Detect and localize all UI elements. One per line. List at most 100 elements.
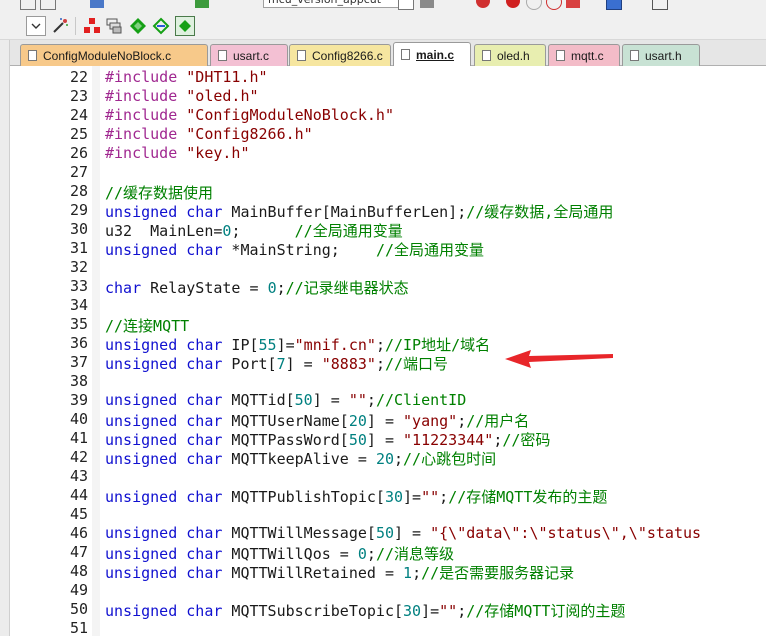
code-token: MainBuffer[MainBufferLen]; bbox=[222, 203, 467, 221]
code-line[interactable]: char RelayState = 0;//记录继电器状态 bbox=[105, 277, 409, 297]
code-token: "" bbox=[439, 602, 458, 620]
code-line[interactable]: u32 MainLen=0; //全局通用变量 bbox=[105, 220, 403, 240]
code-editor[interactable]: 22 23 24 25 26 27 28 29 30 31 32 33 34 35 36 37 38 39 40 41… bbox=[10, 66, 766, 636]
code-line[interactable]: #include "Config8266.h" bbox=[105, 125, 313, 144]
rte-button[interactable] bbox=[175, 16, 195, 36]
code-token: unsigned char bbox=[105, 336, 223, 354]
diamond-outline-icon bbox=[152, 17, 170, 35]
chevron-down-icon bbox=[31, 23, 41, 29]
line-number: 27 bbox=[69, 163, 88, 181]
magic-wand-button[interactable] bbox=[50, 16, 70, 36]
line-number: 39 bbox=[69, 391, 88, 409]
project-pane-edge[interactable] bbox=[0, 40, 10, 636]
code-token: ] = bbox=[312, 391, 349, 409]
tab-mqtt-c[interactable]: mqtt.c bbox=[548, 44, 620, 66]
clear-breakpoints-icon[interactable] bbox=[566, 0, 580, 8]
code-line[interactable]: unsigned char MQTTPublishTopic[30]="";//… bbox=[105, 486, 608, 506]
tab-config8266-c[interactable]: Config8266.c bbox=[289, 44, 391, 66]
window-layout-icon[interactable] bbox=[606, 0, 622, 10]
separator bbox=[75, 17, 76, 35]
line-number: 48 bbox=[69, 562, 88, 580]
code-token: //端口号 bbox=[384, 355, 449, 373]
debug-icon[interactable] bbox=[476, 0, 490, 8]
tab-strip: ConfigModuleNoBlock.c usart.c Config8266… bbox=[10, 40, 766, 66]
line-number: 24 bbox=[69, 106, 88, 124]
breakpoint-disabled-icon[interactable] bbox=[526, 0, 542, 10]
select-packs-button[interactable] bbox=[151, 16, 171, 36]
code-line[interactable]: unsigned char MQTTid[50] = "";//ClientID bbox=[105, 391, 466, 410]
redo-icon[interactable] bbox=[40, 0, 56, 10]
code-token: "yang" bbox=[403, 412, 458, 430]
code-token: //全局通用变量 bbox=[375, 241, 484, 259]
code-token: "ConfigModuleNoBlock.h" bbox=[186, 106, 394, 124]
options-icon[interactable] bbox=[420, 0, 434, 8]
code-line[interactable]: #include "DHT11.h" bbox=[105, 68, 268, 87]
dropdown-button[interactable] bbox=[26, 16, 46, 36]
code-token: ] = bbox=[285, 355, 322, 373]
code-line[interactable]: unsigned char Port[7] = "8883";//端口号 bbox=[105, 353, 449, 373]
diamond-box-icon bbox=[179, 20, 191, 32]
code-line[interactable]: unsigned char MQTTPassWord[50] = "112233… bbox=[105, 429, 550, 449]
line-number: 33 bbox=[69, 277, 88, 295]
annotation-arrow bbox=[505, 350, 613, 368]
kill-breakpoints-icon[interactable] bbox=[546, 0, 562, 10]
code-token: 50 bbox=[375, 524, 394, 542]
toolbar-top: mcu_version_appcut bbox=[0, 0, 766, 12]
code-token: ; bbox=[366, 545, 376, 563]
code-token: MQTTSubscribeTopic[ bbox=[222, 602, 404, 620]
tab-usart-h[interactable]: usart.h bbox=[622, 44, 700, 66]
code-line[interactable]: unsigned char IP[55]="mnif.cn";//IP地址/域名 bbox=[105, 334, 490, 354]
line-number: 46 bbox=[69, 524, 88, 542]
code-token: "oled.h" bbox=[186, 87, 259, 105]
code-line[interactable]: #include "oled.h" bbox=[105, 87, 259, 106]
tab-configmodulenoblock-c[interactable]: ConfigModuleNoBlock.c bbox=[20, 44, 208, 66]
code-line[interactable]: unsigned char MQTTWillQos = 0;//消息等级 bbox=[105, 543, 454, 563]
code-token: //全局通用变量 bbox=[294, 222, 403, 240]
code-line[interactable]: unsigned char MQTTUserName[20] = "yang";… bbox=[105, 410, 530, 430]
code-token: MQTTPassWord[ bbox=[222, 431, 349, 449]
code-token: 55 bbox=[258, 336, 277, 354]
code-token: //存储MQTT发布的主题 bbox=[448, 488, 608, 506]
tab-main-c[interactable]: main.c bbox=[393, 42, 471, 66]
tab-oled-h[interactable]: oled.h bbox=[474, 44, 546, 66]
code-token: //用户名 bbox=[466, 412, 530, 430]
tab-usart-c[interactable]: usart.c bbox=[210, 44, 288, 66]
code-token: ] = bbox=[366, 412, 404, 430]
manage-components-button[interactable] bbox=[82, 16, 102, 36]
tools-icon[interactable] bbox=[652, 0, 668, 10]
code-line[interactable]: unsigned char MQTTSubscribeTopic[30]="";… bbox=[105, 600, 625, 620]
code-line[interactable]: unsigned char MQTTkeepAlive = 20;//心跳包时间 bbox=[105, 448, 496, 468]
code-line[interactable]: unsigned char MQTTWillMessage[50] = "{\"… bbox=[105, 524, 701, 543]
code-line[interactable]: unsigned char MQTTWillRetained = 1;//是否需… bbox=[105, 562, 574, 582]
fold-margin[interactable] bbox=[92, 66, 100, 636]
line-number: 25 bbox=[69, 125, 88, 143]
code-line[interactable]: //连接MQTT bbox=[105, 315, 189, 335]
pack-installer-button[interactable] bbox=[128, 16, 148, 36]
line-number: 49 bbox=[69, 581, 88, 599]
code-line[interactable]: unsigned char *MainString; //全局通用变量 bbox=[105, 239, 484, 259]
line-number: 34 bbox=[69, 296, 88, 314]
code-token: ]= bbox=[421, 602, 440, 620]
code-token: unsigned char bbox=[105, 412, 223, 430]
line-number: 50 bbox=[69, 600, 88, 618]
undo-icon[interactable] bbox=[20, 0, 36, 10]
code-line[interactable]: #include "ConfigModuleNoBlock.h" bbox=[105, 106, 394, 125]
code-line[interactable]: //缓存数据使用 bbox=[105, 182, 213, 202]
chevron-down-icon[interactable] bbox=[398, 0, 414, 10]
code-token: unsigned char bbox=[105, 431, 223, 449]
code-token: ; bbox=[231, 222, 295, 240]
target-select[interactable]: mcu_version_appcut bbox=[263, 0, 413, 8]
line-number: 30 bbox=[69, 220, 88, 238]
code-token: 30 bbox=[384, 488, 404, 506]
code-line[interactable]: #include "key.h" bbox=[105, 144, 250, 163]
code-line[interactable]: unsigned char MainBuffer[MainBufferLen];… bbox=[105, 201, 613, 221]
line-number: 35 bbox=[69, 315, 88, 333]
code-token: unsigned char bbox=[105, 545, 223, 563]
build-icon[interactable] bbox=[90, 0, 104, 8]
download-icon[interactable] bbox=[195, 0, 209, 8]
code-token: ; bbox=[412, 564, 422, 582]
line-number-gutter: 22 23 24 25 26 27 28 29 30 31 32 33 34 35 36 37 38 39 40 41… bbox=[10, 66, 92, 636]
breakpoint-icon[interactable] bbox=[506, 0, 520, 8]
code-token: MQTTWillMessage[ bbox=[222, 524, 376, 542]
file-extensions-button[interactable] bbox=[104, 16, 124, 36]
